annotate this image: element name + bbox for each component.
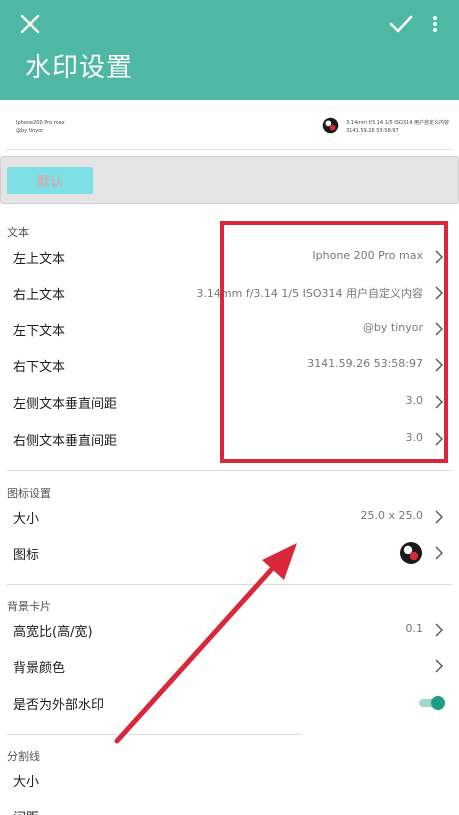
preview-left-text: Iphone200 Pro max @by tinyor xyxy=(16,120,65,134)
check-icon[interactable] xyxy=(388,12,414,36)
brand-logo-icon xyxy=(322,117,339,134)
chevron-right-icon xyxy=(435,659,443,673)
section-divider xyxy=(7,584,452,585)
chevron-right-icon xyxy=(435,286,443,300)
row-left-vertical-spacing[interactable]: 左侧文本垂直间距 3.0 xyxy=(13,384,445,420)
preview-right-text: 3.14mm f/3.14 1/5 ISO314 用户自定义内容 3141.59… xyxy=(346,120,449,134)
section-divider xyxy=(7,734,302,735)
row-external-watermark: 是否为外部水印 xyxy=(13,685,445,721)
row-top-right-text[interactable]: 右上文本 3.14mm f/3.14 1/5 ISO314 用户自定义内容 xyxy=(13,275,445,311)
row-icon-select[interactable]: 图标 xyxy=(13,535,445,571)
row-right-vertical-spacing[interactable]: 右侧文本垂直间距 3.0 xyxy=(13,421,445,457)
row-bottom-left-text[interactable]: 左下文本 @by tinyor xyxy=(13,311,445,347)
chevron-right-icon xyxy=(435,510,443,524)
chevron-right-icon xyxy=(435,358,443,372)
chevron-right-icon xyxy=(435,322,443,336)
watermark-preview: Iphone200 Pro max @by tinyor 3.14mm f/3.… xyxy=(6,104,453,150)
row-bottom-right-text[interactable]: 右下文本 3141.59.26 53:58:97 xyxy=(13,347,445,383)
close-icon[interactable] xyxy=(18,12,42,36)
chevron-right-icon xyxy=(435,546,443,560)
section-header-text: 文本 xyxy=(7,226,29,239)
row-divider-size[interactable]: 大小 xyxy=(13,762,445,798)
chevron-right-icon xyxy=(435,623,443,637)
row-background-color[interactable]: 背景颜色 xyxy=(13,648,445,684)
row-aspect-ratio[interactable]: 高宽比(高/宽) 0.1 xyxy=(13,612,445,648)
page-title: 水印设置 xyxy=(25,53,134,83)
brand-logo-icon xyxy=(400,542,422,564)
app-bar: 水印设置 xyxy=(0,0,459,100)
row-divider-spacing[interactable]: 间距 xyxy=(13,798,445,815)
row-icon-size[interactable]: 大小 25.0 x 25.0 xyxy=(13,499,445,535)
more-vert-icon[interactable] xyxy=(428,12,442,36)
external-watermark-toggle[interactable] xyxy=(417,696,445,710)
chevron-right-icon xyxy=(435,395,443,409)
section-divider xyxy=(7,470,452,471)
row-top-left-text[interactable]: 左上文本 Iphone 200 Pro max xyxy=(13,239,445,275)
chevron-right-icon xyxy=(435,432,443,446)
chevron-right-icon xyxy=(435,250,443,264)
default-button[interactable]: 默认 xyxy=(7,167,93,194)
button-bar: 默认 xyxy=(0,156,459,204)
